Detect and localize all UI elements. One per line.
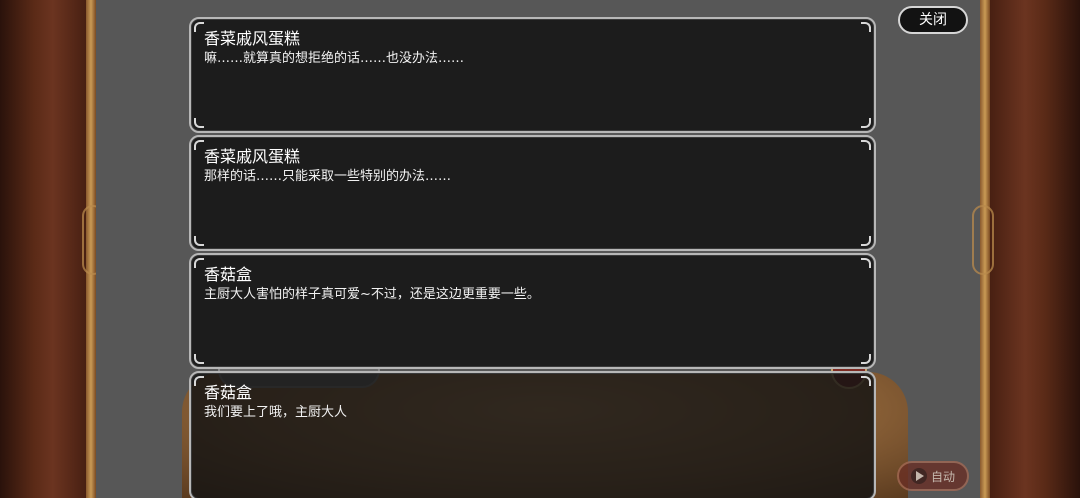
- corner-decoration: [194, 354, 204, 364]
- log-entry: 香菇盒 主厨大人害怕的样子真可爱~不过，还是这边更重要一些。: [189, 253, 876, 369]
- corner-decoration: [194, 118, 204, 128]
- corner-decoration: [194, 140, 204, 150]
- dialogue-text: 嘛……就算真的想拒绝的话……也没办法……: [204, 51, 465, 66]
- corner-decoration: [861, 354, 871, 364]
- corner-decoration: [861, 376, 871, 386]
- speaker-name: 香菇盒: [204, 383, 253, 402]
- corner-decoration: [861, 118, 871, 128]
- dialogue-text: 那样的话……只能采取一些特别的办法……: [204, 169, 452, 184]
- dialogue-text: 主厨大人害怕的样子真可爱~不过，还是这边更重要一些。: [204, 287, 540, 302]
- corner-decoration: [194, 258, 204, 268]
- auto-label: 自动: [930, 469, 955, 484]
- auto-button[interactable]: 自动: [897, 461, 969, 491]
- speaker-name: 香菇盒: [204, 265, 253, 284]
- close-button[interactable]: 关闭: [898, 6, 968, 34]
- log-entry: 香菜戚风蛋糕 嘛……就算真的想拒绝的话……也没办法……: [189, 17, 876, 133]
- log-entry: 香菇盒 我们要上了哦，主厨大人: [189, 371, 876, 498]
- log-entry: 香菜戚风蛋糕 那样的话……只能采取一些特别的办法……: [189, 135, 876, 251]
- corner-decoration: [194, 376, 204, 386]
- dialogue-text: 我们要上了哦，主厨大人: [204, 405, 348, 420]
- corner-decoration: [861, 140, 871, 150]
- speaker-name: 香菜戚风蛋糕: [204, 147, 301, 166]
- frame-ornament-right: [972, 205, 994, 275]
- corner-decoration: [861, 258, 871, 268]
- dialogue-log-list[interactable]: 香菜戚风蛋糕 嘛……就算真的想拒绝的话……也没办法…… 香菜戚风蛋糕 那样的话……: [189, 17, 876, 498]
- corner-decoration: [194, 236, 204, 246]
- corner-decoration: [861, 22, 871, 32]
- right-wood-frame: [980, 0, 1080, 498]
- corner-decoration: [194, 22, 204, 32]
- corner-decoration: [861, 236, 871, 246]
- play-icon: [910, 468, 927, 484]
- speaker-name: 香菜戚风蛋糕: [204, 29, 301, 48]
